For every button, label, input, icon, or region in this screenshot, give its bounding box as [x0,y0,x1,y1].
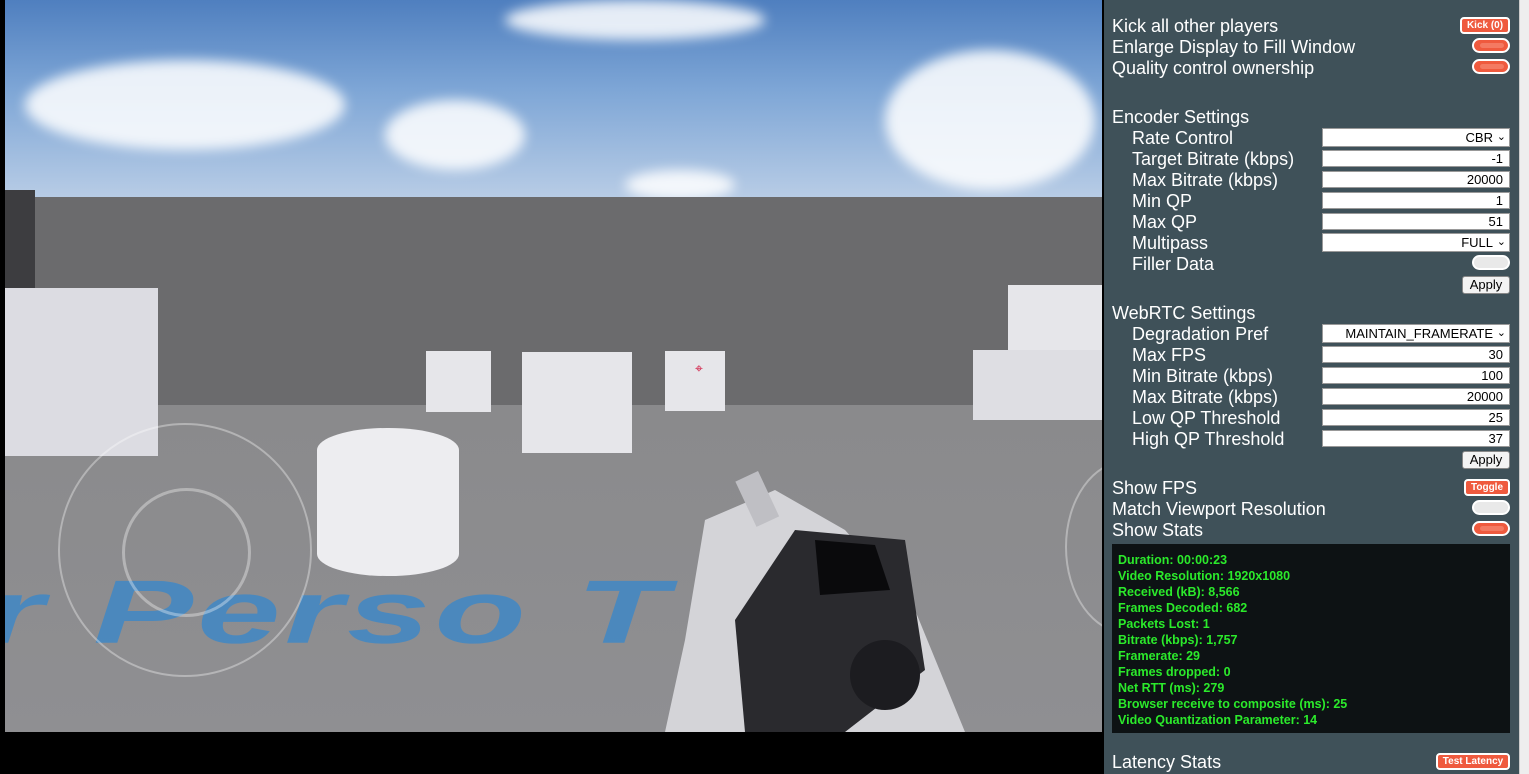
cloud [505,0,765,40]
low-qp-input[interactable]: 25 [1322,409,1510,426]
multipass-value: FULL [1461,235,1493,250]
show-stats-label: Show Stats [1112,520,1204,540]
quality-toggle[interactable] [1472,59,1510,74]
filler-data-toggle[interactable] [1472,255,1510,270]
min-bitrate-label: Min Bitrate (kbps) [1132,366,1274,386]
min-qp-label: Min QP [1132,191,1193,211]
degradation-select[interactable]: MAINTAIN_FRAMERATE ⌄ [1322,324,1510,343]
stat-line: Framerate: 29 [1118,649,1200,663]
multipass-label: Multipass [1132,233,1209,253]
crate [1008,285,1102,353]
quality-label: Quality control ownership [1112,58,1315,78]
toggle-fps-button[interactable]: Toggle [1464,479,1510,496]
cloud [625,170,735,200]
max-bitrate-input[interactable]: 20000 [1322,171,1510,188]
filler-data-label: Filler Data [1132,254,1215,274]
webrtc-max-bitrate-label: Max Bitrate (kbps) [1132,387,1279,407]
high-qp-label: High QP Threshold [1132,429,1285,449]
match-viewport-label: Match Viewport Resolution [1112,499,1326,519]
max-fps-label: Max FPS [1132,345,1207,365]
target-bitrate-input[interactable]: -1 [1322,150,1510,167]
settings-panel: Kick all other players Kick (0) Enlarge … [1104,0,1519,774]
rate-control-select[interactable]: CBR ⌄ [1322,128,1510,147]
degradation-label: Degradation Pref [1132,324,1269,344]
target-bitrate-label: Target Bitrate (kbps) [1132,149,1295,169]
show-stats-toggle[interactable] [1472,521,1510,536]
left-joystick-knob[interactable] [122,488,251,617]
max-qp-input[interactable]: 51 [1322,213,1510,230]
max-bitrate-label: Max Bitrate (kbps) [1132,170,1279,190]
stat-line: Duration: 00:00:23 [1118,553,1228,567]
chevron-down-icon: ⌄ [1496,327,1506,339]
min-qp-input[interactable]: 1 [1322,192,1510,209]
crate [426,351,491,412]
kick-label: Kick all other players [1112,16,1279,36]
high-qp-input[interactable]: 37 [1322,430,1510,447]
multipass-select[interactable]: FULL ⌄ [1322,233,1510,252]
chevron-down-icon: ⌄ [1496,131,1506,143]
stat-line: Video Resolution: 1920x1080 [1118,569,1291,583]
webrtc-max-bitrate-input[interactable]: 20000 [1322,388,1510,405]
webrtc-apply-button[interactable]: Apply [1462,451,1510,469]
cylinder [317,428,459,576]
crate [973,350,1102,420]
crate [5,288,158,456]
latency-label: Latency Stats [1112,752,1222,772]
stat-line: Browser receive to composite (ms): 25 [1118,697,1348,711]
letterbox [0,732,1102,774]
stat-line: Received (kB): 8,566 [1118,585,1240,599]
webrtc-title: WebRTC Settings [1112,303,1256,323]
crosshair-icon: ⌖ [695,360,703,376]
stats-box: Duration: 00:00:23 Video Resolution: 192… [1112,544,1510,733]
stat-line: Frames Decoded: 682 [1118,601,1248,615]
scrollbar[interactable] [1519,0,1529,774]
cloud [25,60,345,150]
stat-line: Packets Lost: 1 [1118,617,1210,631]
rate-control-label: Rate Control [1132,128,1234,148]
show-fps-label: Show FPS [1112,478,1198,498]
stat-line: Bitrate (kbps): 1,757 [1118,633,1238,647]
stat-line: Video Quantization Parameter: 14 [1118,713,1318,727]
stat-line: Frames dropped: 0 [1118,665,1231,679]
low-qp-label: Low QP Threshold [1132,408,1281,428]
chevron-down-icon: ⌄ [1496,236,1506,248]
stat-line: Net RTT (ms): 279 [1118,681,1225,695]
max-qp-label: Max QP [1132,212,1198,232]
match-viewport-toggle[interactable] [1472,500,1510,515]
kick-button[interactable]: Kick (0) [1460,17,1510,34]
game-viewport[interactable]: r Perso T ⌖ [5,0,1102,732]
cloud [385,100,525,170]
encoder-apply-button[interactable]: Apply [1462,276,1510,294]
min-bitrate-input[interactable]: 100 [1322,367,1510,384]
enlarge-toggle[interactable] [1472,38,1510,53]
max-fps-input[interactable]: 30 [1322,346,1510,363]
enlarge-label: Enlarge Display to Fill Window [1112,37,1356,57]
degradation-value: MAINTAIN_FRAMERATE [1345,326,1493,341]
rate-control-value: CBR [1465,130,1493,145]
cloud [885,50,1095,190]
encoder-title: Encoder Settings [1112,107,1250,127]
test-latency-button[interactable]: Test Latency [1436,753,1510,770]
crate [522,352,632,453]
weapon [665,471,965,732]
